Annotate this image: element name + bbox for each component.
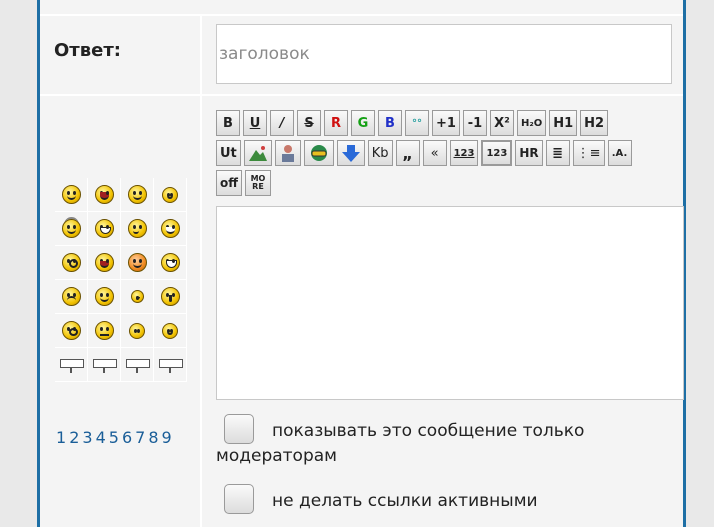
smiley-row xyxy=(55,246,187,280)
download-button[interactable] xyxy=(336,140,365,166)
user-button[interactable] xyxy=(274,140,301,166)
image-button[interactable] xyxy=(243,140,272,166)
post-form-frame: Ответ: B U / S R G B °° +1 -1 X² H₂O H1 … xyxy=(37,0,686,527)
smiley-row xyxy=(55,314,187,348)
big-grin-icon[interactable] xyxy=(154,212,187,246)
link-globe-icon xyxy=(310,145,327,161)
justify-button[interactable]: ≣ xyxy=(545,140,570,166)
code-button[interactable]: 123 xyxy=(481,140,513,166)
link-button[interactable] xyxy=(303,140,334,166)
smiley-page-link[interactable]: 4 xyxy=(96,428,107,447)
down-arrow-icon xyxy=(341,145,360,162)
form-top-row xyxy=(40,0,683,16)
underline-button[interactable]: U xyxy=(243,110,267,136)
wink-icon[interactable] xyxy=(88,280,121,314)
confused-icon[interactable] xyxy=(55,314,88,348)
toolbar-row-3: off MORE xyxy=(216,170,676,196)
surprised-icon[interactable] xyxy=(55,246,88,280)
toolbar-row-1: B U / S R G B °° +1 -1 X² H₂O H1 H2 xyxy=(216,110,676,136)
laughing-icon[interactable] xyxy=(88,178,121,212)
answer-label: Ответ: xyxy=(54,40,121,61)
smiley-page-link[interactable]: 3 xyxy=(82,428,93,447)
moderators-only-checkbox[interactable] xyxy=(224,414,254,444)
smiley-panel xyxy=(55,178,187,382)
toolbar-row-2: Ut Kb „ « 123 123 HR ≣ ⋮≡ .A. xyxy=(216,140,676,166)
blush-icon[interactable] xyxy=(88,246,121,280)
smiley-page-link[interactable]: 5 xyxy=(109,428,120,447)
italic-button[interactable]: / xyxy=(270,110,294,136)
smiley-page-link[interactable]: 7 xyxy=(135,428,146,447)
smiley-page-link[interactable]: 8 xyxy=(148,428,159,447)
smiley-page-link[interactable]: 2 xyxy=(69,428,80,447)
red-color-button[interactable]: R xyxy=(324,110,348,136)
size-plus-button[interactable]: +1 xyxy=(432,110,460,136)
sign-icon[interactable] xyxy=(88,348,121,382)
no-active-links-option: не делать ссылки активными xyxy=(216,484,636,514)
shocked-icon[interactable] xyxy=(154,280,187,314)
smiley-page-link[interactable]: 9 xyxy=(162,428,173,447)
moderators-only-label: показывать это сообщение только модерато… xyxy=(216,421,585,466)
sad-icon[interactable] xyxy=(55,280,88,314)
teeth-icon[interactable] xyxy=(88,212,121,246)
sign-icon[interactable] xyxy=(121,348,154,382)
plain-icon[interactable] xyxy=(121,314,154,348)
superscript-button[interactable]: X² xyxy=(489,110,514,136)
smiley-row xyxy=(55,348,187,382)
formatting-toolbar: B U / S R G B °° +1 -1 X² H₂O H1 H2 Ut K… xyxy=(216,110,676,200)
sign-icon[interactable] xyxy=(55,348,88,382)
heading2-button[interactable]: H2 xyxy=(580,110,609,136)
reading-icon[interactable] xyxy=(154,314,187,348)
underline-text-button[interactable]: Ut xyxy=(216,140,241,166)
smiley-row xyxy=(55,212,187,246)
quote-button[interactable]: „ xyxy=(395,140,420,166)
in-love-icon[interactable] xyxy=(121,246,154,280)
person-icon xyxy=(281,145,294,162)
thumbs-up-icon[interactable] xyxy=(154,178,187,212)
size-minus-button[interactable]: -1 xyxy=(462,110,487,136)
no-active-links-label: не делать ссылки активными xyxy=(272,491,538,511)
color-palette-button[interactable]: °° xyxy=(405,110,429,136)
off-button[interactable]: off xyxy=(216,170,242,196)
angel-icon[interactable] xyxy=(55,212,88,246)
smiley-pagination: 123456789 xyxy=(56,428,175,447)
wide-grin-icon[interactable] xyxy=(154,246,187,280)
neutral-icon[interactable] xyxy=(88,314,121,348)
moderators-only-option: показывать это сообщение только модерато… xyxy=(216,414,636,468)
smiley-row xyxy=(55,280,187,314)
message-textarea[interactable] xyxy=(216,206,684,400)
green-color-button[interactable]: G xyxy=(351,110,375,136)
row-divider xyxy=(40,94,683,96)
smirk-icon[interactable] xyxy=(121,212,154,246)
kiss-icon[interactable] xyxy=(121,280,154,314)
subscript-button[interactable]: H₂O xyxy=(516,110,547,136)
sign-icon[interactable] xyxy=(154,348,187,382)
blue-color-button[interactable]: B xyxy=(378,110,402,136)
heading1-button[interactable]: H1 xyxy=(549,110,578,136)
no-active-links-checkbox[interactable] xyxy=(224,484,254,514)
numbered-button[interactable]: 123 xyxy=(449,140,479,166)
smiley-row xyxy=(55,178,187,212)
font-button[interactable]: .A. xyxy=(607,140,632,166)
keyboard-button[interactable]: Kb xyxy=(367,140,393,166)
subject-input[interactable] xyxy=(216,24,672,84)
smile-icon[interactable] xyxy=(55,178,88,212)
grin-icon[interactable] xyxy=(121,178,154,212)
mountain-image-icon xyxy=(248,146,267,161)
smiley-page-link[interactable]: 1 xyxy=(56,428,67,447)
strikethrough-button[interactable]: S xyxy=(297,110,321,136)
list-button[interactable]: ⋮≡ xyxy=(572,140,605,166)
horizontal-rule-button[interactable]: HR xyxy=(515,140,543,166)
angle-quote-button[interactable]: « xyxy=(422,140,447,166)
smiley-page-link[interactable]: 6 xyxy=(122,428,133,447)
bold-button[interactable]: B xyxy=(216,110,240,136)
more-button[interactable]: MORE xyxy=(244,170,271,196)
